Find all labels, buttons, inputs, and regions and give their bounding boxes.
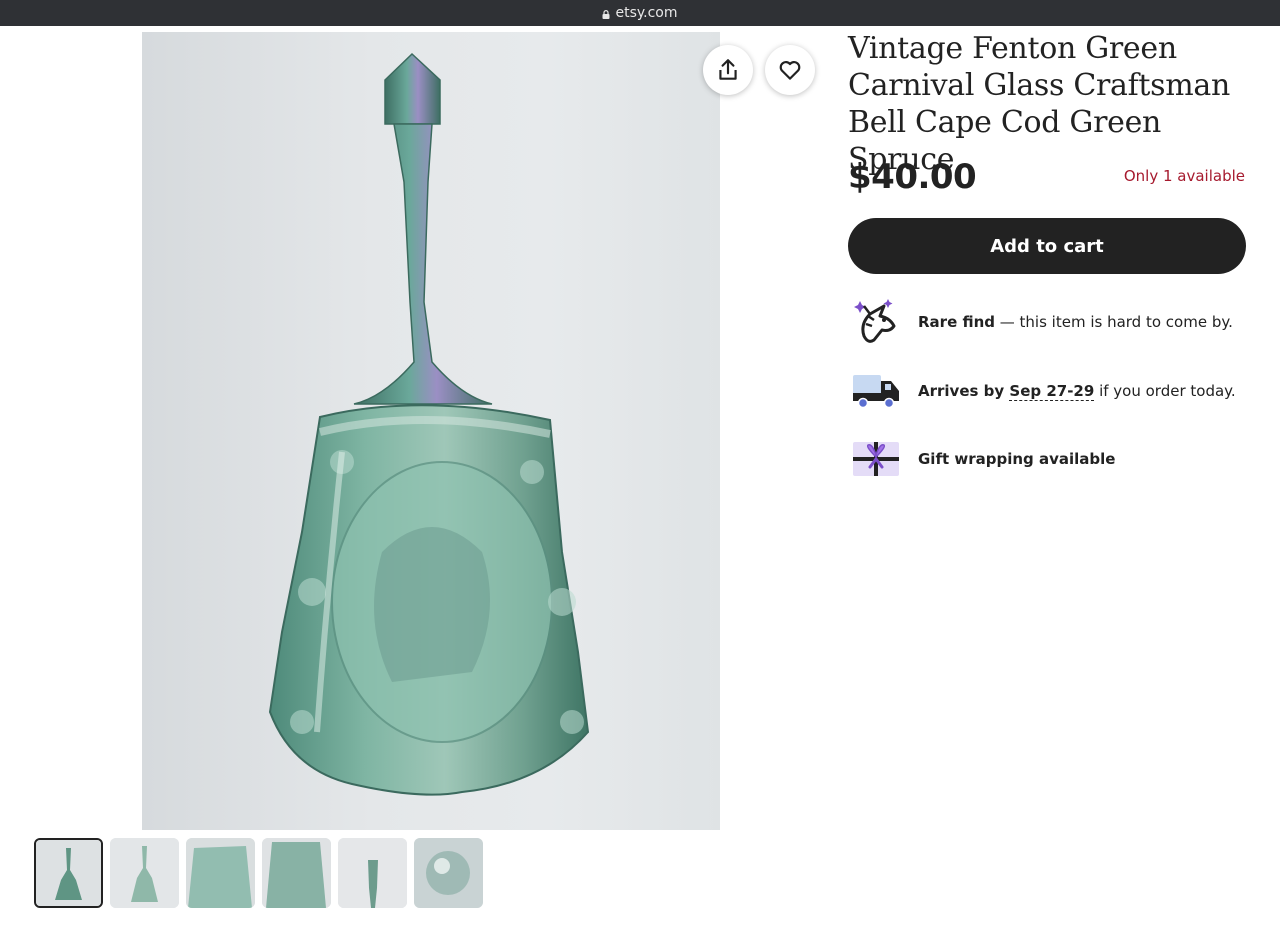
rare-find-highlight: Rare find — this item is hard to come by… <box>850 296 1233 348</box>
arrives-prefix: Arrives by <box>918 382 1010 400</box>
unicorn-icon <box>850 296 902 348</box>
browser-url-bar[interactable]: etsy.com <box>0 0 1280 26</box>
thumbnail-4[interactable] <box>262 838 331 908</box>
add-to-cart-button[interactable]: Add to cart <box>848 218 1246 274</box>
rare-find-label: Rare find <box>918 313 995 331</box>
thumbnail-6[interactable] <box>414 838 483 908</box>
listing-title: Vintage Fenton Green Carnival Glass Craf… <box>848 31 1231 177</box>
url-text: etsy.com <box>615 5 678 21</box>
thumbnail-1[interactable] <box>34 838 103 908</box>
price: $40.00 <box>848 157 977 197</box>
gift-wrap-label: Gift wrapping available <box>918 450 1116 468</box>
truck-icon <box>850 365 902 417</box>
thumbnail-5[interactable] <box>338 838 407 908</box>
share-icon <box>719 59 737 80</box>
thumbnail-3[interactable] <box>186 838 255 908</box>
favorite-button[interactable] <box>765 45 815 95</box>
main-product-image[interactable] <box>142 32 720 830</box>
heart-icon <box>779 61 801 80</box>
gift-wrap-highlight: Gift wrapping available <box>850 433 1115 485</box>
arrives-suffix: if you order today. <box>1094 382 1236 400</box>
availability-text: Only 1 available <box>1123 167 1245 185</box>
thumbnail-2[interactable] <box>110 838 179 908</box>
gift-icon <box>850 433 902 485</box>
rare-find-text: — this item is hard to come by. <box>995 313 1233 331</box>
delivery-highlight: Arrives by Sep 27-29 if you order today. <box>850 365 1236 417</box>
share-button[interactable] <box>703 45 753 95</box>
thumbnail-strip <box>34 838 483 908</box>
lock-icon <box>602 9 610 19</box>
arrival-date-link[interactable]: Sep 27-29 <box>1009 382 1095 401</box>
